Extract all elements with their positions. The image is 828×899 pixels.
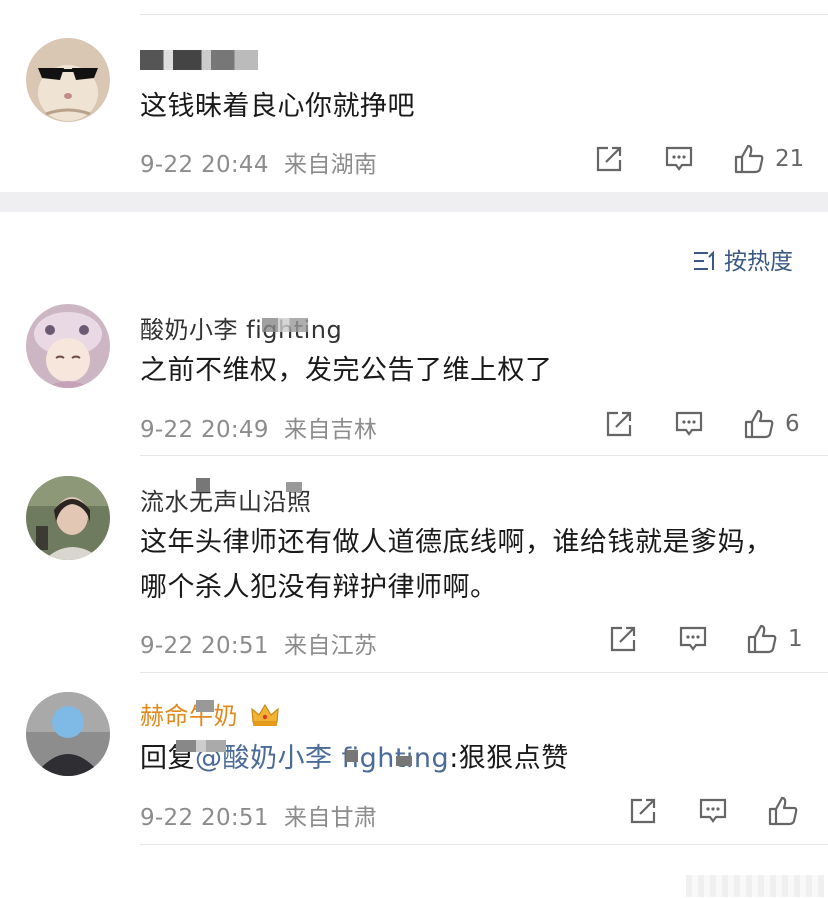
like-icon[interactable] — [746, 623, 778, 655]
mask-bar — [396, 756, 412, 766]
comment-text: 这钱昧着良心你就挣吧 — [140, 91, 415, 122]
comment-time: 9-22 20:51 — [140, 633, 269, 659]
watermark — [686, 875, 824, 897]
mask-bar — [176, 740, 226, 752]
sort-label: 按热度 — [724, 249, 793, 275]
sort-icon — [692, 250, 718, 272]
avatar[interactable] — [26, 304, 110, 388]
divider — [140, 14, 828, 15]
avatar[interactable] — [26, 692, 110, 776]
divider — [140, 672, 828, 673]
mask-bar — [196, 478, 210, 492]
comment-text: 这年头律师还有做人道德底线啊，谁给钱就是爹妈，哪个杀人犯没有辩护律师啊。 — [140, 527, 773, 603]
masked-username — [140, 50, 258, 70]
comment-meta: 9-22 20:49 来自吉林 — [140, 410, 377, 444]
comment-time: 9-22 20:49 — [140, 417, 269, 443]
comment-meta: 9-22 20:51 来自江苏 — [140, 626, 377, 660]
comment-icon[interactable] — [664, 144, 694, 174]
share-icon[interactable] — [594, 144, 624, 174]
share-icon[interactable] — [608, 624, 638, 654]
mask-bar — [286, 482, 302, 492]
section-separator — [0, 192, 828, 212]
sort-by-hot-button[interactable]: 按热度 — [692, 242, 793, 276]
comment-location: 来自甘肃 — [284, 805, 378, 831]
avatar[interactable] — [26, 476, 110, 560]
comment-location: 来自吉林 — [284, 417, 378, 443]
comment-time: 9-22 20:51 — [140, 805, 269, 831]
like-count: 21 — [775, 146, 805, 172]
comment-time: 9-22 20:44 — [140, 152, 269, 178]
comment-icon[interactable] — [698, 796, 728, 826]
crown-icon — [250, 702, 280, 728]
avatar[interactable] — [26, 38, 110, 122]
comment-meta: 9-22 20:44 来自湖南 — [140, 145, 377, 179]
share-icon[interactable] — [628, 796, 658, 826]
mask-bar — [262, 318, 308, 332]
like-icon[interactable] — [733, 143, 765, 175]
comment-location: 来自湖南 — [284, 152, 378, 178]
share-icon[interactable] — [604, 409, 634, 439]
username[interactable]: 酸奶小李 fighting — [140, 310, 342, 345]
reply-body: :狠狠点赞 — [449, 743, 569, 774]
divider — [140, 844, 828, 845]
comment-location: 来自江苏 — [284, 633, 378, 659]
like-icon[interactable] — [743, 408, 775, 440]
mask-bar — [346, 750, 358, 762]
comment-meta: 9-22 20:51 来自甘肃 — [140, 798, 377, 832]
comment-icon[interactable] — [678, 624, 708, 654]
like-count: 6 — [785, 411, 800, 437]
comment-text: 之前不维权，发完公告了维上权了 — [140, 355, 553, 386]
mask-bar — [196, 700, 214, 712]
reply-text: 回复@酸奶小李 fighting:狠狠点赞 — [140, 736, 800, 781]
divider — [140, 455, 828, 456]
comment-icon[interactable] — [674, 409, 704, 439]
like-count: 1 — [788, 626, 803, 652]
like-icon[interactable] — [767, 795, 799, 827]
